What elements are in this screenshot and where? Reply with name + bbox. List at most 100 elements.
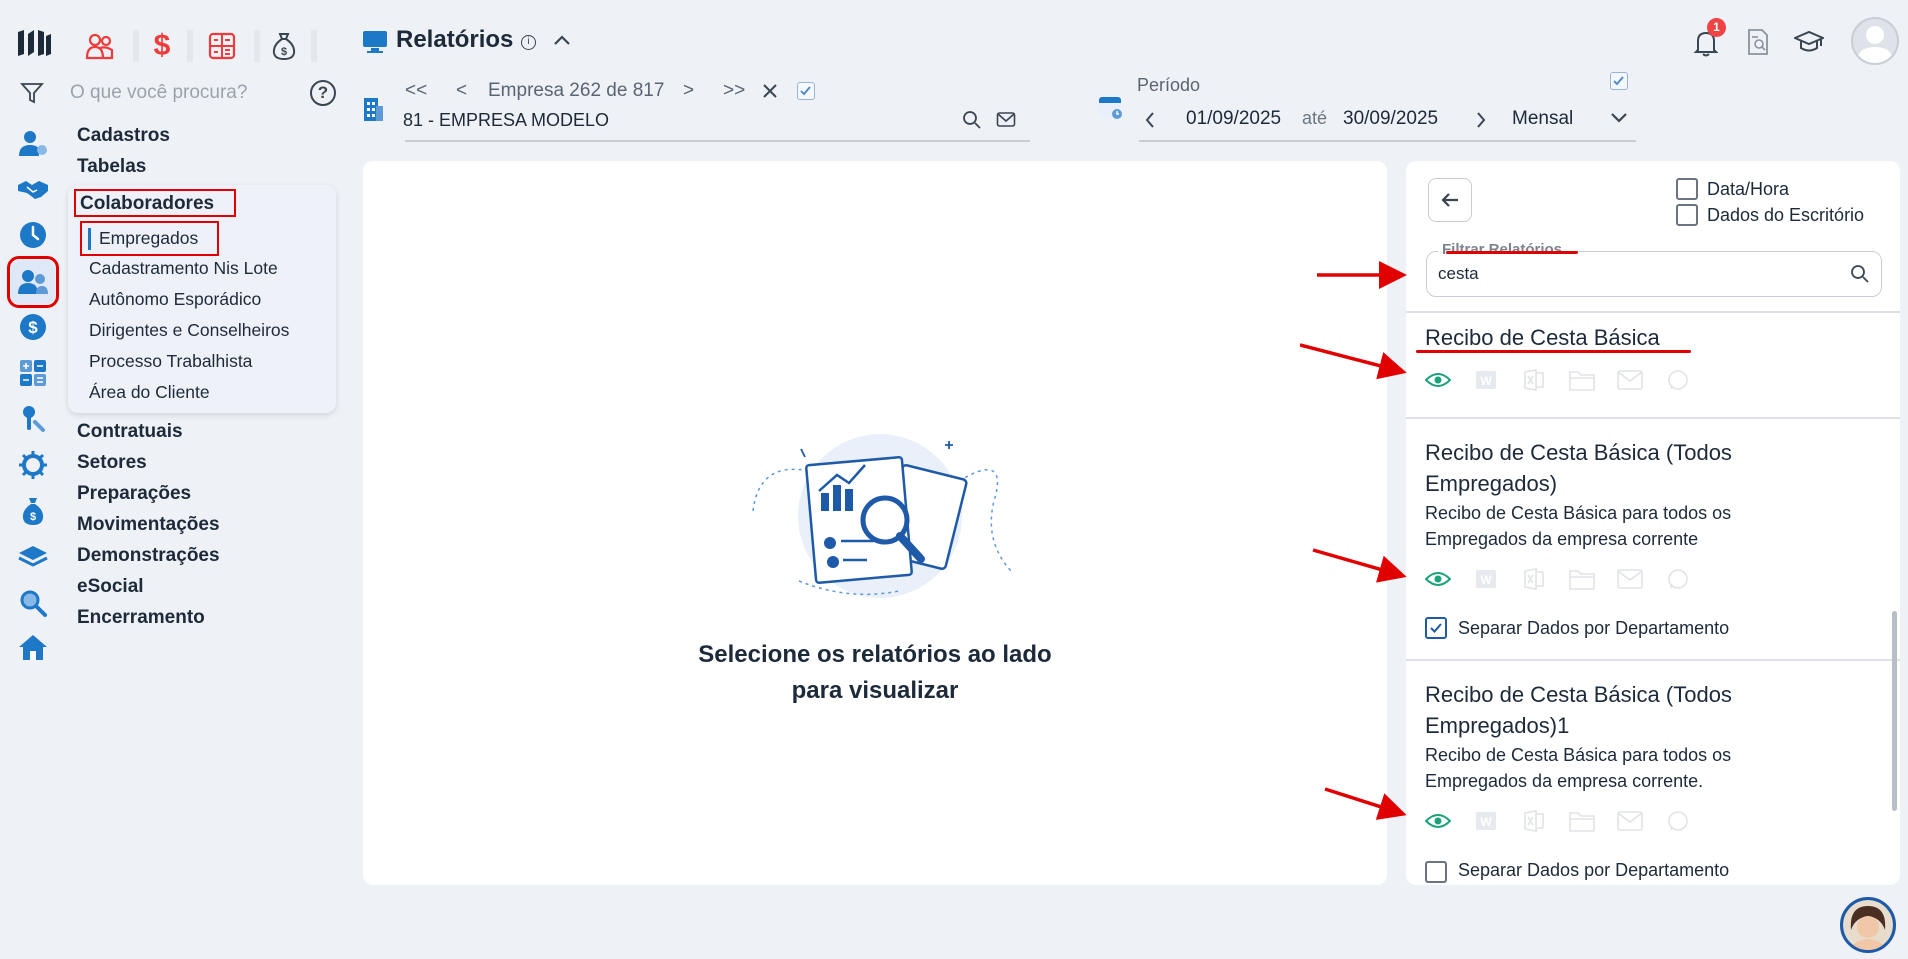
collapse-chevron-icon[interactable] <box>553 34 571 46</box>
filter-search-icon[interactable] <box>1850 264 1870 284</box>
sub-item-processo-trabalhista[interactable]: Processo Trabalhista <box>89 351 252 372</box>
close-icon[interactable] <box>762 83 778 99</box>
nav-setores[interactable]: Setores <box>77 452 147 474</box>
empty-state-message: Selecione os relatórios ao lado para vis… <box>363 637 1387 709</box>
next-empresa-button[interactable]: > <box>683 80 694 102</box>
report-title-3[interactable]: Recibo de Cesta Básica (Todos Empregados… <box>1425 679 1732 741</box>
email-icon[interactable] <box>1612 365 1647 395</box>
report-actions-1: W <box>1420 365 1695 395</box>
money-bag-icon[interactable]: $ <box>14 492 52 530</box>
page-title: Relatórios <box>396 26 514 53</box>
report-title-1[interactable]: Recibo de Cesta Básica <box>1425 322 1660 353</box>
excel-icon[interactable] <box>1516 564 1551 594</box>
annotation-arrows <box>1300 261 1407 820</box>
whatsapp-icon[interactable] <box>1660 564 1695 594</box>
nav-esocial[interactable]: eSocial <box>77 576 144 598</box>
menu-search-input[interactable]: O que você procura? <box>70 82 247 104</box>
graduation-cap-icon[interactable] <box>1794 30 1824 54</box>
money-bag-module-icon[interactable]: $ <box>262 28 306 64</box>
magnifier-icon[interactable] <box>14 584 52 622</box>
sub-item-dirigentes[interactable]: Dirigentes e Conselheiros <box>89 320 289 341</box>
filter-reports-value[interactable]: cesta <box>1438 264 1479 284</box>
periodo-checkbox[interactable] <box>1610 72 1628 90</box>
nav-encerramento[interactable]: Encerramento <box>77 607 205 629</box>
word-icon[interactable]: W <box>1468 365 1503 395</box>
layers-icon[interactable] <box>14 538 52 576</box>
separar-depto-checkbox-3[interactable] <box>1425 861 1447 883</box>
last-empresa-button[interactable]: >> <box>723 80 745 102</box>
info-icon[interactable]: i <box>521 35 536 50</box>
colaboradores-icon[interactable] <box>7 256 59 308</box>
network-gear-icon[interactable] <box>14 446 52 484</box>
people-module-icon[interactable] <box>78 28 122 64</box>
whatsapp-icon[interactable] <box>1660 806 1695 836</box>
reports-scrollbar[interactable] <box>1892 611 1897 811</box>
report-illustration-icon <box>749 431 1011 601</box>
dollar-circle-icon[interactable]: $ <box>14 308 52 346</box>
word-icon[interactable]: W <box>1468 806 1503 836</box>
report-title-3-line-2: Empregados)1 <box>1425 713 1570 738</box>
help-icon[interactable]: ? <box>310 80 336 106</box>
view-eye-icon[interactable] <box>1420 365 1455 395</box>
search-icon[interactable] <box>962 110 982 130</box>
whatsapp-icon[interactable] <box>1660 365 1695 395</box>
separar-depto-checkbox-2[interactable] <box>1425 617 1447 639</box>
app-logo[interactable] <box>16 28 52 58</box>
prev-empresa-button[interactable]: < <box>456 80 467 102</box>
folder-icon[interactable] <box>1564 806 1599 836</box>
empresa-counter: Empresa 262 de 817 <box>488 80 665 101</box>
escritorio-checkbox[interactable] <box>1676 204 1698 226</box>
tools-icon[interactable] <box>14 400 52 438</box>
email-icon[interactable] <box>1612 564 1647 594</box>
svg-text:W: W <box>1480 573 1492 587</box>
word-icon[interactable]: W <box>1468 564 1503 594</box>
view-eye-icon[interactable] <box>1420 806 1455 836</box>
nav-movimentacoes[interactable]: Movimentações <box>77 514 220 536</box>
frequency-chevron-down-icon[interactable] <box>1610 112 1628 124</box>
nav-preparacoes[interactable]: Preparações <box>77 483 191 505</box>
sub-item-area-do-cliente[interactable]: Área do Cliente <box>89 382 210 403</box>
mail-icon[interactable] <box>996 111 1016 129</box>
svg-text:$: $ <box>28 318 38 337</box>
report-desc-2-line-1: Recibo de Cesta Básica para todos os <box>1425 503 1732 523</box>
empresa-checkbox[interactable] <box>797 82 815 100</box>
handshake-icon[interactable] <box>14 170 52 208</box>
next-period-icon[interactable] <box>1475 111 1487 129</box>
first-empresa-button[interactable]: << <box>405 80 427 102</box>
date-from-field[interactable]: 01/09/2025 <box>1186 108 1281 130</box>
separar-depto-label-2: Separar Dados por Departamento <box>1458 618 1730 638</box>
user-settings-icon[interactable] <box>14 124 52 162</box>
empty-state-line-2: para visualizar <box>791 677 959 704</box>
frequency-select[interactable]: Mensal <box>1512 108 1573 130</box>
clock-icon[interactable] <box>14 216 52 254</box>
report-title-2[interactable]: Recibo de Cesta Básica (Todos Empregados… <box>1425 437 1732 499</box>
accounting-module-icon[interactable] <box>200 28 244 64</box>
date-to-field[interactable]: 30/09/2025 <box>1343 108 1438 130</box>
document-search-icon[interactable] <box>1746 28 1770 56</box>
nav-cadastros[interactable]: Cadastros <box>77 125 170 147</box>
empresa-name[interactable]: 81 - EMPRESA MODELO <box>403 110 609 131</box>
notification-badge: 1 <box>1707 18 1726 37</box>
folder-icon[interactable] <box>1564 564 1599 594</box>
view-eye-icon[interactable] <box>1420 564 1455 594</box>
filter-icon[interactable] <box>20 82 44 104</box>
nav-demonstracoes[interactable]: Demonstrações <box>77 545 220 567</box>
calculator-icon[interactable] <box>14 354 52 392</box>
folder-icon[interactable] <box>1564 365 1599 395</box>
nav-tabelas[interactable]: Tabelas <box>77 156 146 178</box>
prev-period-icon[interactable] <box>1144 111 1156 129</box>
back-button[interactable] <box>1428 178 1472 222</box>
calendar-icon <box>1098 94 1124 120</box>
sub-item-cadastramento-nis-lote[interactable]: Cadastramento Nis Lote <box>89 258 278 279</box>
assistant-avatar[interactable] <box>1840 897 1896 953</box>
datahora-checkbox[interactable] <box>1676 178 1698 200</box>
report-desc-3-line-1: Recibo de Cesta Básica para todos os <box>1425 745 1732 765</box>
email-icon[interactable] <box>1612 806 1647 836</box>
dollar-module-icon[interactable]: $ <box>140 28 184 64</box>
nav-contratuais[interactable]: Contratuais <box>77 421 183 443</box>
sub-item-autonomo-esporadico[interactable]: Autônomo Esporádico <box>89 289 261 310</box>
user-avatar[interactable] <box>1851 17 1899 65</box>
excel-icon[interactable] <box>1516 806 1551 836</box>
excel-icon[interactable] <box>1516 365 1551 395</box>
home-icon[interactable] <box>14 628 52 666</box>
